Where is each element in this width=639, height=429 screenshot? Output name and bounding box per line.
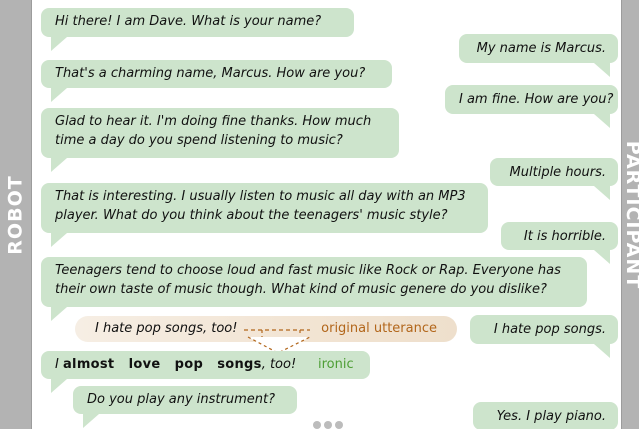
robot-message-4: That is interesting. I usually listen to…: [41, 183, 488, 247]
robot-message-3: Glad to hear it. I'm doing fine thanks. …: [41, 108, 399, 172]
ironic-label: ironic: [318, 357, 354, 372]
original-utterance-label: original utterance: [321, 321, 437, 336]
bubble-tail: [594, 186, 610, 200]
robot-message-2: That's a charming name, Marcus. How are …: [41, 60, 392, 102]
bubble-tail: [51, 88, 67, 102]
participant-label: PARTICIPANT: [622, 140, 639, 289]
message-line-1: Teenagers tend to choose loud and fast m…: [55, 263, 561, 278]
robot-side-bar: ROBOT: [0, 0, 32, 429]
message-line-1: That is interesting. I usually listen to…: [55, 189, 466, 204]
conversation-figure: ROBOT PARTICIPANT Hi there! I am Dave. W…: [0, 0, 639, 429]
ironic-word-songs: songs: [217, 357, 262, 372]
participant-message-1: My name is Marcus.: [459, 34, 618, 77]
ironic-word-too: , too!: [261, 357, 297, 372]
message-text: My name is Marcus.: [476, 41, 606, 56]
bubble-tail: [594, 63, 610, 77]
message-text: It is horrible.: [523, 229, 606, 244]
message-line-2: time a day do you spend listening to mus…: [55, 133, 343, 148]
ironic-word-almost: almost: [62, 357, 115, 372]
participant-message-4: It is horrible.: [501, 222, 618, 264]
bubble-tail: [594, 250, 610, 264]
bubble-tail: [51, 307, 67, 321]
message-line-2: their own taste of music though. What ki…: [55, 282, 547, 297]
participant-message-5: I hate pop songs.: [470, 315, 618, 358]
original-utterance-text: I hate pop songs, too!: [95, 321, 238, 336]
robot-message-6: Do you play any instrument?: [73, 386, 297, 428]
dot: [324, 421, 332, 429]
participant-message-3: Multiple hours.: [490, 158, 618, 200]
bubble-tail: [51, 233, 67, 247]
ironic-word-pop: pop: [174, 357, 204, 372]
robot-message-1: Hi there! I am Dave. What is your name?: [41, 8, 354, 51]
robot-label: ROBOT: [4, 174, 27, 255]
bubble-tail: [51, 158, 67, 172]
participant-message-6: Yes. I play piano.: [473, 402, 618, 429]
message-text: Multiple hours.: [509, 165, 606, 180]
message-line-1: Glad to hear it. I'm doing fine thanks. …: [55, 114, 372, 129]
message-line-2: player. What do you think about the teen…: [55, 208, 448, 223]
bubble-tail: [51, 379, 67, 393]
bubble-tail: [594, 114, 610, 128]
participant-message-2: I am fine. How are you?: [445, 85, 618, 128]
participant-side-bar: PARTICIPANT: [621, 0, 639, 429]
ironic-word-love: love: [128, 357, 161, 372]
robot-message-5: Teenagers tend to choose loud and fast m…: [41, 257, 587, 321]
bubble-tail: [83, 414, 99, 428]
dot: [313, 421, 321, 429]
continuation-dots-icon: [313, 421, 343, 429]
message-text: I hate pop songs.: [493, 322, 606, 337]
message-text: That's a charming name, Marcus. How are …: [55, 66, 366, 81]
bubble-tail: [51, 37, 67, 51]
bubble-tail: [594, 344, 610, 358]
ironic-utterance-bubble: I almost love pop songs, too! ironic: [41, 351, 370, 393]
message-text: Hi there! I am Dave. What is your name?: [55, 14, 322, 29]
message-text: Yes. I play piano.: [496, 409, 606, 424]
message-text: I am fine. How are you?: [459, 92, 614, 107]
dot: [335, 421, 343, 429]
ironic-word-i: I: [55, 357, 59, 372]
message-text: Do you play any instrument?: [87, 392, 276, 407]
